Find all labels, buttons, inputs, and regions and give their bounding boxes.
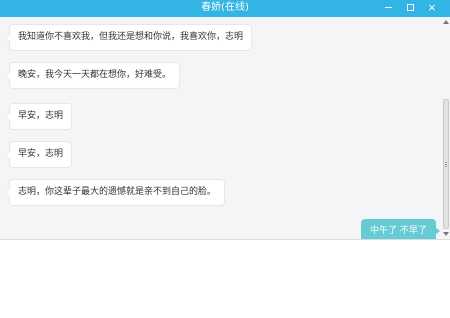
minimize-icon	[384, 6, 392, 8]
title-bar[interactable]: 春娇(在线) ×	[0, 0, 450, 17]
scroll-down-icon[interactable]	[443, 232, 449, 236]
message-text: 我知道你不喜欢我，但我还是想和你说，我喜欢你，志明	[18, 32, 244, 42]
scroll-thumb[interactable]	[443, 99, 449, 229]
chat-history[interactable]: 我知道你不喜欢我，但我还是想和你说，我喜欢你，志明 晚安，我今天一天都在想你，好…	[0, 17, 442, 239]
message-bubble-incoming[interactable]: 晚安，我今天一天都在想你，好难受。	[4, 62, 181, 89]
close-button[interactable]: ×	[423, 0, 441, 17]
grip-line	[445, 164, 447, 165]
grip-line	[445, 166, 447, 167]
message-bubble-incoming[interactable]: 我知道你不喜欢我，但我还是想和你说，我喜欢你，志明	[4, 24, 253, 51]
chat-scrollbar[interactable]	[442, 17, 450, 239]
message-bubble-incoming[interactable]: 志明，你这辈子最大的遗憾就是亲不到自己的脸。	[4, 179, 226, 206]
maximize-button[interactable]	[401, 0, 419, 17]
maximize-icon	[406, 3, 414, 11]
message-bubble-incoming[interactable]: 早安，志明	[4, 103, 73, 130]
message-text: 早安，志明	[18, 149, 64, 159]
message-input[interactable]	[8, 246, 442, 310]
message-text: 中午了 不早了	[370, 226, 427, 236]
message-composer[interactable]	[0, 240, 450, 318]
minimize-button[interactable]	[379, 0, 397, 17]
grip-line	[445, 162, 447, 163]
message-text: 志明，你这辈子最大的遗憾就是亲不到自己的脸。	[18, 187, 217, 197]
message-text: 早安，志明	[18, 111, 64, 121]
message-bubble-incoming[interactable]: 早安，志明	[4, 141, 73, 168]
message-text: 晚安，我今天一天都在想你，好难受。	[18, 70, 172, 80]
close-icon: ×	[427, 1, 437, 14]
message-bubble-outgoing[interactable]: 中午了 不早了	[361, 219, 440, 239]
scroll-up-icon[interactable]	[443, 20, 449, 24]
